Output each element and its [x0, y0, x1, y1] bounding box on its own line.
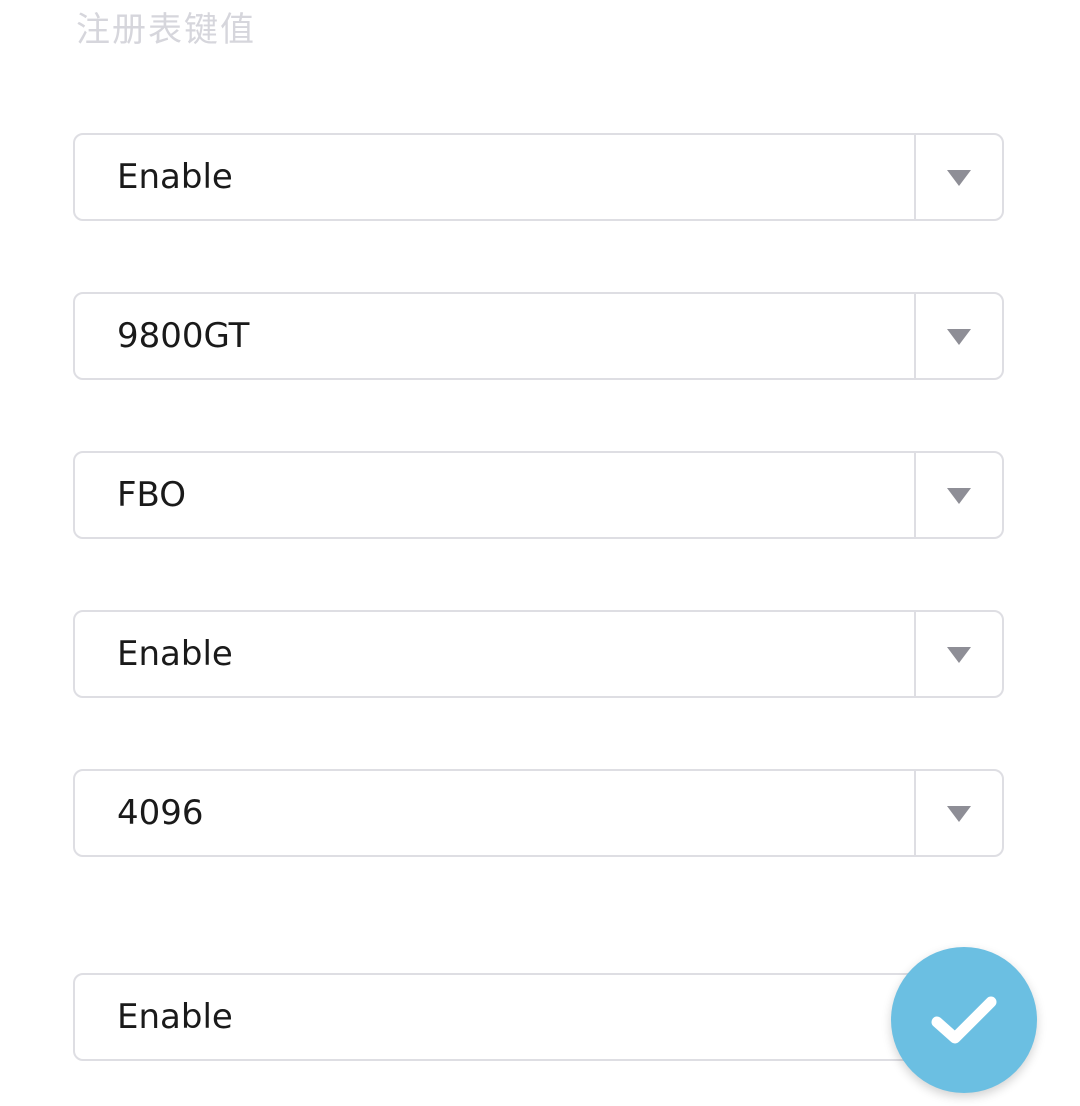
- registry-dropdown-4[interactable]: Enable: [73, 610, 1004, 698]
- dropdown-toggle[interactable]: [914, 135, 1002, 219]
- caret-down-icon: [947, 488, 971, 504]
- registry-dropdown-1[interactable]: Enable: [73, 133, 1004, 221]
- dropdown-selected-value: Enable: [117, 634, 233, 674]
- confirm-fab-button[interactable]: [891, 947, 1037, 1093]
- dropdown-selected-value: Enable: [117, 157, 233, 197]
- section-heading: 注册表键值: [76, 10, 256, 50]
- dropdown-selected-value: 4096: [117, 793, 204, 833]
- dropdown-selected-value: 9800GT: [117, 316, 250, 356]
- dropdown-selected-value: FBO: [117, 475, 187, 515]
- caret-down-icon: [947, 170, 971, 186]
- registry-dropdown-5[interactable]: 4096: [73, 769, 1004, 857]
- caret-down-icon: [947, 647, 971, 663]
- registry-dropdown-6[interactable]: Enable: [73, 973, 1004, 1061]
- checkmark-icon: [931, 996, 997, 1044]
- dropdown-toggle[interactable]: [914, 294, 1002, 378]
- dropdown-toggle[interactable]: [914, 453, 1002, 537]
- caret-down-icon: [947, 806, 971, 822]
- dropdown-toggle[interactable]: [914, 771, 1002, 855]
- caret-down-icon: [947, 329, 971, 345]
- registry-dropdown-2[interactable]: 9800GT: [73, 292, 1004, 380]
- registry-dropdown-3[interactable]: FBO: [73, 451, 1004, 539]
- dropdown-toggle[interactable]: [914, 612, 1002, 696]
- dropdown-selected-value: Enable: [117, 997, 233, 1037]
